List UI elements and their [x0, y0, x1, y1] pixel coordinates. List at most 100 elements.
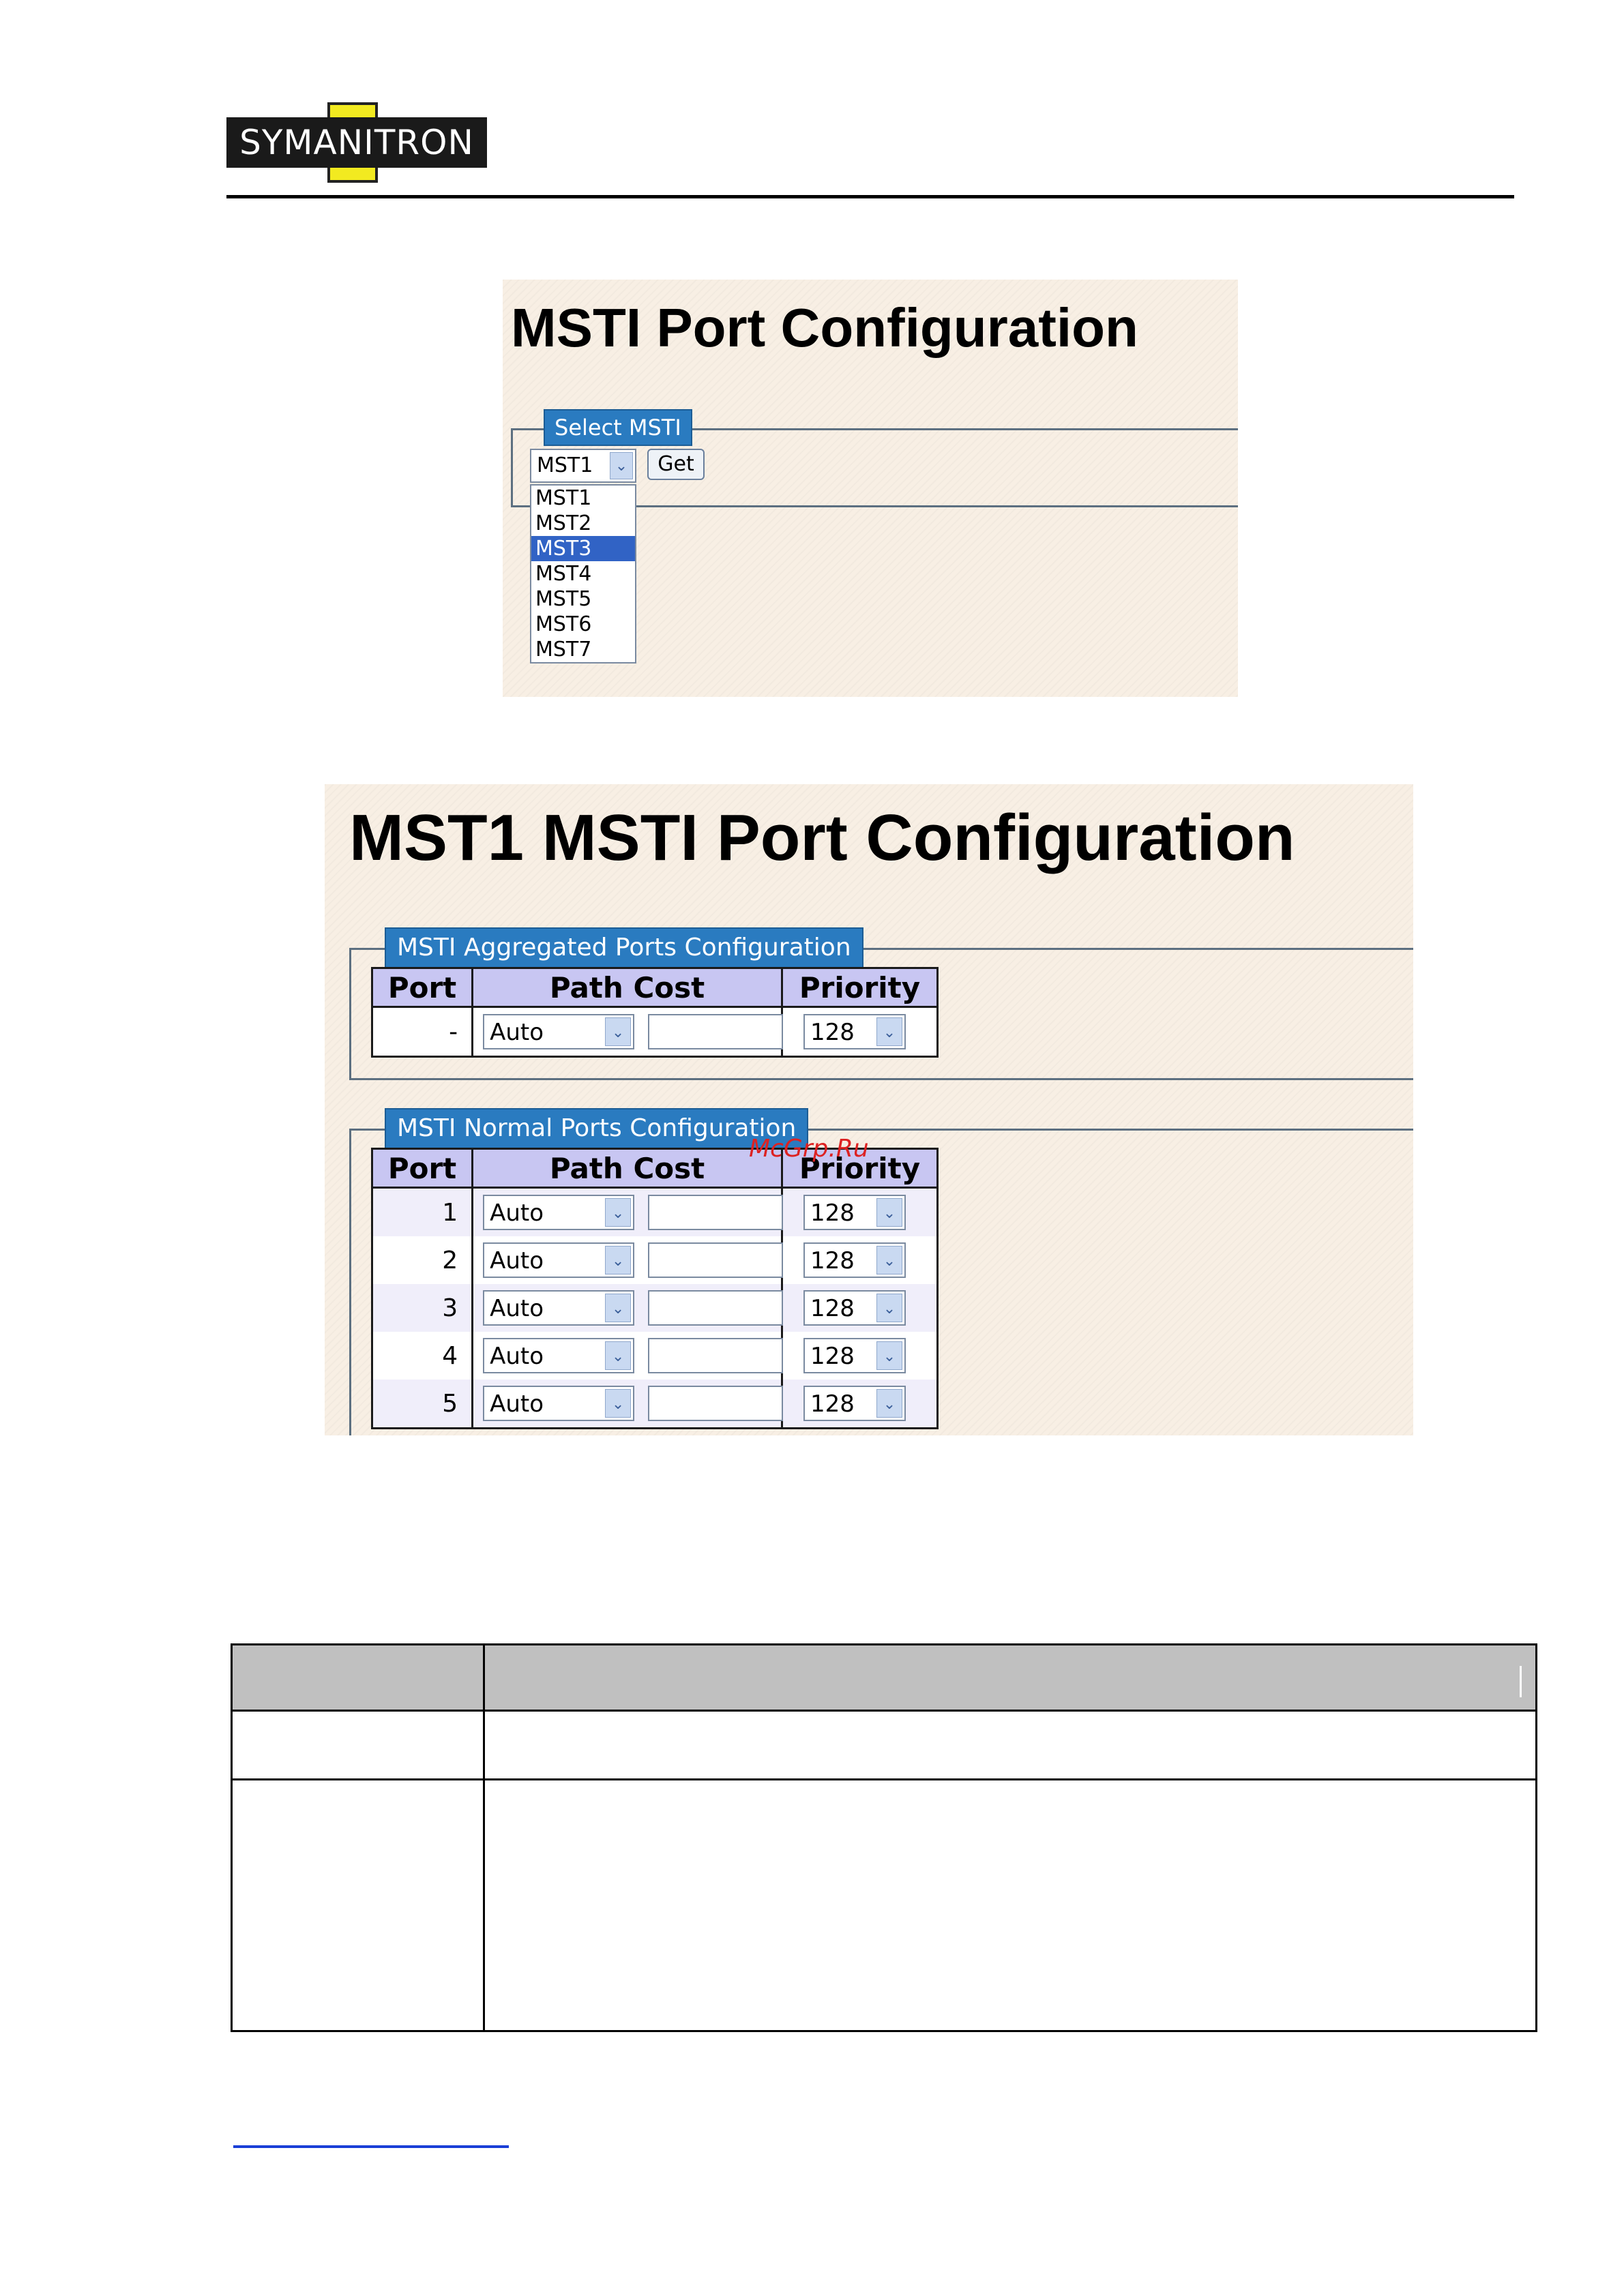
- chevron-down-icon[interactable]: ⌄: [605, 1198, 632, 1227]
- normal-ports-table: Port Path Cost Priority 1 Auto ⌄ 128 ⌄ 2 A…: [370, 1148, 939, 1429]
- msti-select[interactable]: MST1 ⌄: [530, 449, 636, 483]
- path-cost-value: Auto: [490, 1199, 544, 1227]
- port-cell: 3: [370, 1284, 474, 1332]
- chevron-down-icon[interactable]: ⌄: [876, 1389, 902, 1418]
- priority-select[interactable]: 128 ⌄: [803, 1290, 906, 1326]
- path-cost-cell: Auto ⌄: [471, 1332, 784, 1380]
- priority-value: 128: [810, 1390, 855, 1418]
- symanitron-logo: SYMANITRON: [226, 102, 487, 183]
- port-cell: 1: [370, 1187, 474, 1236]
- priority-value: 128: [810, 1295, 855, 1322]
- path-cost-header: Path Cost: [471, 967, 783, 1008]
- msti-option[interactable]: MST6: [531, 612, 635, 637]
- description-table: [231, 1643, 1537, 2032]
- path-cost-cell: Auto ⌄: [471, 1007, 784, 1058]
- path-cost-select[interactable]: Auto ⌄: [483, 1195, 635, 1230]
- header-divider: [1520, 1666, 1522, 1697]
- chevron-down-icon[interactable]: ⌄: [876, 1198, 902, 1227]
- priority-cell: 128 ⌄: [780, 1284, 939, 1332]
- msti-select-value: MST1: [537, 453, 593, 477]
- chevron-down-icon[interactable]: ⌄: [876, 1294, 902, 1322]
- path-cost-input[interactable]: [648, 1195, 784, 1230]
- msti-option[interactable]: MST2: [531, 511, 635, 536]
- priority-cell: 128 ⌄: [780, 1380, 939, 1429]
- path-cost-cell: Auto ⌄: [471, 1187, 784, 1236]
- table-row: 4 Auto ⌄ 128 ⌄: [370, 1332, 939, 1380]
- priority-cell: 128 ⌄: [780, 1007, 939, 1058]
- path-cost-select[interactable]: Auto ⌄: [483, 1242, 635, 1278]
- chevron-down-icon[interactable]: ⌄: [605, 1017, 632, 1046]
- table-row: - Auto ⌄ 128 ⌄: [370, 1007, 939, 1058]
- msti-option-highlighted[interactable]: MST3: [531, 536, 635, 561]
- path-cost-input[interactable]: [648, 1242, 784, 1278]
- footer-link[interactable]: [233, 2145, 509, 2148]
- path-cost-input[interactable]: [648, 1386, 784, 1421]
- aggregated-ports-table: Port Path Cost Priority - Auto ⌄ 128 ⌄: [370, 967, 939, 1058]
- path-cost-cell: Auto ⌄: [471, 1284, 784, 1332]
- priority-select[interactable]: 128 ⌄: [803, 1195, 906, 1230]
- port-cell: -: [370, 1007, 474, 1058]
- priority-cell: 128 ⌄: [780, 1236, 939, 1284]
- chevron-down-icon[interactable]: ⌄: [605, 1389, 632, 1418]
- msti-option[interactable]: MST4: [531, 561, 635, 586]
- msti-option[interactable]: MST7: [531, 637, 635, 662]
- priority-cell: 128 ⌄: [780, 1187, 939, 1236]
- path-cost-value: Auto: [490, 1247, 544, 1274]
- path-cost-cell: Auto ⌄: [471, 1380, 784, 1429]
- path-cost-select[interactable]: Auto ⌄: [483, 1290, 635, 1326]
- aggregated-legend: MSTI Aggregated Ports Configuration: [385, 927, 863, 968]
- priority-select[interactable]: 128 ⌄: [803, 1386, 906, 1421]
- path-cost-value: Auto: [490, 1295, 544, 1322]
- table-row: 3 Auto ⌄ 128 ⌄: [370, 1284, 939, 1332]
- chevron-down-icon[interactable]: ⌄: [605, 1294, 632, 1322]
- logo-text: SYMANITRON: [239, 123, 474, 162]
- path-cost-input[interactable]: [648, 1338, 784, 1373]
- priority-select[interactable]: 128 ⌄: [803, 1242, 906, 1278]
- priority-cell: 128 ⌄: [780, 1332, 939, 1380]
- path-cost-input[interactable]: [648, 1290, 784, 1326]
- msti-select-screenshot: MSTI Port Configuration Select MSTI MST1…: [503, 280, 1238, 697]
- chevron-down-icon[interactable]: ⌄: [605, 1341, 632, 1370]
- table-row: 2 Auto ⌄ 128 ⌄: [370, 1236, 939, 1284]
- normal-legend: MSTI Normal Ports Configuration: [385, 1108, 809, 1149]
- port-cell: 4: [370, 1332, 474, 1380]
- msti-option[interactable]: MST1: [531, 486, 635, 511]
- header-rule: [226, 195, 1514, 198]
- get-button[interactable]: Get: [647, 449, 705, 480]
- port-cell: 2: [370, 1236, 474, 1284]
- priority-value: 128: [810, 1247, 855, 1274]
- priority-select[interactable]: 128 ⌄: [803, 1014, 906, 1049]
- path-cost-value: Auto: [490, 1019, 544, 1046]
- chevron-down-icon[interactable]: ⌄: [876, 1246, 902, 1274]
- path-cost-select[interactable]: Auto ⌄: [483, 1338, 635, 1373]
- priority-value: 128: [810, 1343, 855, 1370]
- port-header: Port: [370, 1148, 474, 1189]
- chevron-down-icon[interactable]: ⌄: [876, 1017, 902, 1046]
- path-cost-select[interactable]: Auto ⌄: [483, 1386, 635, 1421]
- column-divider: [483, 1645, 485, 2030]
- port-cell: 5: [370, 1380, 474, 1429]
- table-row: 5 Auto ⌄ 128 ⌄: [370, 1380, 939, 1429]
- chevron-down-icon[interactable]: ⌄: [605, 1246, 632, 1274]
- path-cost-header: Path Cost: [471, 1148, 783, 1189]
- page-title: MSTI Port Configuration: [511, 297, 1138, 358]
- path-cost-cell: Auto ⌄: [471, 1236, 784, 1284]
- path-cost-value: Auto: [490, 1390, 544, 1418]
- row-divider: [233, 1778, 1535, 1780]
- chevron-down-icon[interactable]: ⌄: [610, 452, 633, 479]
- mst1-port-config-screenshot: MST1 MSTI Port Configuration MSTI Aggreg…: [325, 784, 1413, 1435]
- select-msti-legend: Select MSTI: [544, 409, 692, 446]
- watermark: McGrp.Ru: [749, 1135, 869, 1163]
- priority-value: 128: [810, 1199, 855, 1227]
- path-cost-select[interactable]: Auto ⌄: [483, 1014, 635, 1049]
- msti-dropdown-list: MST1 MST2 MST3 MST4 MST5 MST6 MST7: [530, 484, 636, 664]
- port-header: Port: [370, 967, 474, 1008]
- msti-option[interactable]: MST5: [531, 586, 635, 612]
- chevron-down-icon[interactable]: ⌄: [876, 1341, 902, 1370]
- table-row: 1 Auto ⌄ 128 ⌄: [370, 1187, 939, 1236]
- path-cost-input[interactable]: [648, 1014, 784, 1049]
- table-header-row: Port Path Cost Priority: [370, 967, 939, 1008]
- priority-select[interactable]: 128 ⌄: [803, 1338, 906, 1373]
- priority-header: Priority: [780, 967, 939, 1008]
- priority-value: 128: [810, 1019, 855, 1046]
